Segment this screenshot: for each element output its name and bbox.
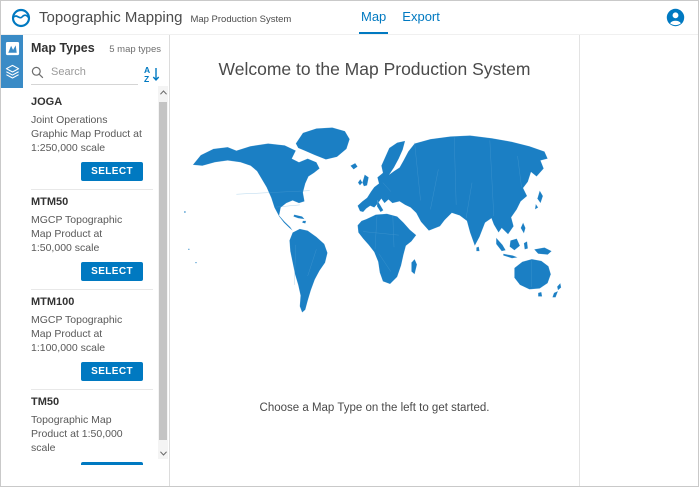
body-row: Map Types 5 map types A Z xyxy=(1,35,698,487)
tab-export[interactable]: Export xyxy=(400,1,442,34)
map-type-name: MTM50 xyxy=(31,196,143,208)
icon-rail-group xyxy=(1,35,23,88)
map-type-name: MTM100 xyxy=(31,296,143,308)
welcome-panel: Welcome to the Map Production System xyxy=(170,35,580,487)
map-type-description: Topographic Map Product at 1:50,000 scal… xyxy=(31,413,143,455)
scrollbar-down-arrow-icon[interactable] xyxy=(158,447,168,459)
header-tabs: Map Export xyxy=(359,1,442,34)
map-type-item-joga[interactable]: JOGA Joint Operations Graphic Map Produc… xyxy=(23,90,169,189)
right-whitespace xyxy=(580,35,698,487)
map-type-description: Joint Operations Graphic Map Product at … xyxy=(31,113,143,155)
panel-title: Map Types xyxy=(31,41,95,55)
app-window: Topographic Mapping Map Production Syste… xyxy=(0,0,699,487)
map-type-description: MGCP Topographic Map Product at 1:50,000… xyxy=(31,213,143,255)
map-type-item-tm50[interactable]: TM50 Topographic Map Product at 1:50,000… xyxy=(23,390,169,465)
map-type-list: JOGA Joint Operations Graphic Map Produc… xyxy=(23,90,169,465)
map-types-panel: Map Types 5 map types A Z xyxy=(23,35,170,487)
map-type-count: 5 map types xyxy=(109,44,161,55)
tab-map[interactable]: Map xyxy=(359,1,388,34)
panel-header: Map Types 5 map types xyxy=(23,35,169,55)
sort-az-icon[interactable]: A Z xyxy=(143,65,161,83)
scrollbar-up-arrow-icon[interactable] xyxy=(158,86,168,98)
scrollbar-thumb[interactable] xyxy=(159,102,167,440)
map-type-item-mtm50[interactable]: MTM50 MGCP Topographic Map Product at 1:… xyxy=(23,190,169,289)
user-avatar-icon[interactable] xyxy=(666,8,685,27)
map-type-item-mtm100[interactable]: MTM100 MGCP Topographic Map Product at 1… xyxy=(23,290,169,389)
search-box[interactable] xyxy=(31,63,138,85)
app-title: Topographic Mapping xyxy=(39,9,182,26)
search-input[interactable] xyxy=(49,65,127,79)
select-button-mtm50[interactable]: SELECT xyxy=(81,262,143,281)
brand: Topographic Mapping Map Production Syste… xyxy=(11,8,291,28)
search-icon xyxy=(31,66,44,79)
app-subtitle: Map Production System xyxy=(190,10,291,25)
icon-rail xyxy=(1,35,23,487)
welcome-title: Welcome to the Map Production System xyxy=(170,59,579,80)
map-types-icon[interactable] xyxy=(5,41,20,56)
search-row: A Z xyxy=(31,63,161,85)
select-button-mtm100[interactable]: SELECT xyxy=(81,362,143,381)
world-map-image xyxy=(177,116,573,316)
map-type-name: JOGA xyxy=(31,96,143,108)
layers-icon[interactable] xyxy=(5,64,20,79)
globe-logo-icon xyxy=(11,8,31,28)
map-type-description: MGCP Topographic Map Product at 1:100,00… xyxy=(31,313,143,355)
sidebar-scrollbar[interactable] xyxy=(158,86,168,459)
top-header: Topographic Mapping Map Production Syste… xyxy=(1,1,698,35)
select-button-joga[interactable]: SELECT xyxy=(81,162,143,181)
instruction-text: Choose a Map Type on the left to get sta… xyxy=(170,402,579,414)
svg-text:Z: Z xyxy=(144,74,149,83)
map-type-name: TM50 xyxy=(31,396,143,408)
select-button-tm50[interactable]: SELECT xyxy=(81,462,143,465)
